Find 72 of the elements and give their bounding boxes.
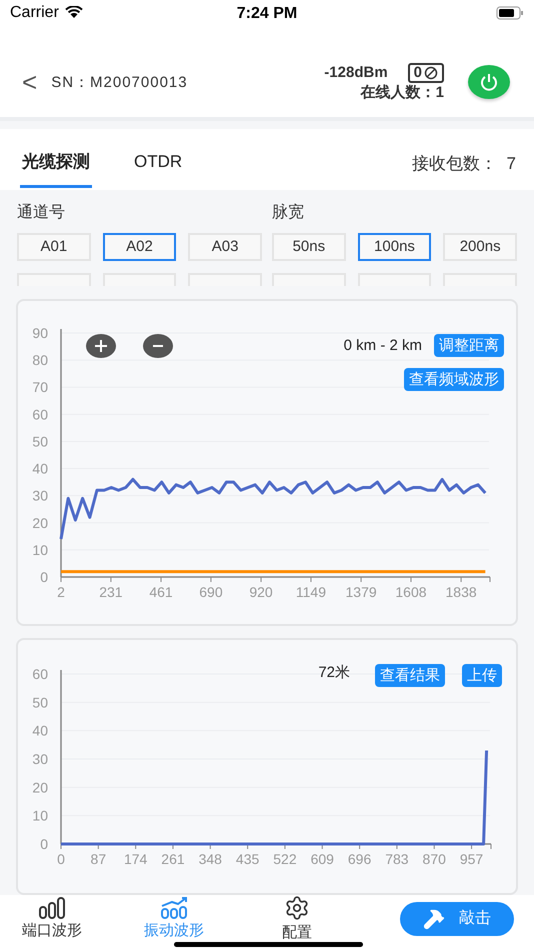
power-icon (479, 72, 499, 92)
axis-label: 20 (32, 779, 48, 796)
axis-label: 0 (40, 836, 48, 852)
axis-label: 920 (249, 584, 273, 600)
minus-icon (152, 344, 164, 348)
axis-label: 1838 (446, 584, 477, 600)
axis-label: 1379 (346, 584, 377, 600)
nav-tab[interactable]: 配置 (267, 895, 327, 942)
zoom-in-button[interactable] (86, 334, 116, 358)
axis-label: 783 (385, 851, 409, 867)
axis-label: 60 (32, 666, 48, 682)
battery-icon (496, 6, 524, 20)
trend-chart-icon (160, 897, 188, 919)
axis-label: 50 (32, 433, 48, 450)
axis-label: 90 (32, 325, 48, 341)
axis-label: 231 (99, 584, 123, 600)
axis-label: 10 (32, 542, 48, 558)
tab[interactable]: OTDR (132, 138, 184, 188)
zoom-out-button[interactable] (143, 334, 173, 358)
counter-badge: 0 (408, 62, 444, 83)
settings-icon (284, 895, 310, 921)
axis-label: 30 (32, 488, 48, 504)
option-button[interactable]: A01 (17, 232, 91, 261)
axis-label: 40 (32, 722, 48, 739)
option-button[interactable]: 50ns (272, 232, 346, 261)
axis-label: 20 (32, 514, 48, 531)
axis-label: 30 (32, 751, 48, 767)
axis-label: 522 (273, 851, 297, 867)
status-time: 7:24 PM (236, 5, 298, 23)
serial-number: SN：M200700013 (51, 72, 189, 92)
distance-range: 0 km - 2 km (344, 337, 422, 354)
option-button[interactable]: 100ns (358, 232, 432, 261)
axis-label: 50 (32, 694, 48, 710)
axis-label: 261 (161, 851, 185, 867)
signal-strength: -128dBm (324, 64, 388, 82)
axis-label: 1608 (395, 584, 427, 600)
axis-label: 609 (310, 851, 334, 867)
axis-label: 348 (198, 851, 222, 867)
axis-label: 2 (57, 584, 65, 600)
power-button[interactable] (468, 65, 510, 100)
hammer-icon (423, 908, 445, 930)
axis-label: 690 (199, 584, 223, 600)
axis-label: 87 (90, 851, 106, 867)
axis-label: 80 (32, 352, 48, 368)
nav-tab[interactable]: 端口波形 (16, 897, 88, 940)
back-button[interactable]: < (22, 66, 38, 98)
tab[interactable]: 光缆探测 (20, 138, 92, 188)
online-count: 在线人数：1 (360, 82, 444, 102)
plus-icon (95, 340, 107, 352)
bar-chart-icon (38, 897, 66, 919)
group-label: 脉宽 (272, 202, 305, 223)
axis-label: 40 (32, 460, 48, 477)
axis-label: 0 (57, 851, 65, 867)
option-button[interactable]: A02 (102, 232, 176, 261)
axis-label: 0 (40, 569, 48, 585)
option-button[interactable]: 200ns (443, 232, 517, 261)
wifi-icon (64, 6, 83, 20)
axis-label: 174 (124, 851, 148, 867)
group-label: 通道号 (17, 202, 66, 223)
axis-label: 70 (32, 379, 48, 396)
axis-label: 60 (32, 406, 48, 422)
axis-label: 957 (460, 851, 484, 867)
axis-label: 435 (236, 851, 260, 867)
axis-label: 461 (149, 584, 173, 600)
axis-label: 1149 (296, 584, 326, 600)
option-button[interactable]: A03 (188, 232, 262, 261)
distance-value: 72米 (318, 663, 350, 682)
axis-label: 696 (348, 851, 372, 867)
axis-label: 870 (422, 851, 446, 867)
carrier-label: Carrier (10, 4, 59, 22)
axis-label: 10 (32, 808, 48, 824)
packet-count: 接收包数： 7 (412, 152, 516, 175)
